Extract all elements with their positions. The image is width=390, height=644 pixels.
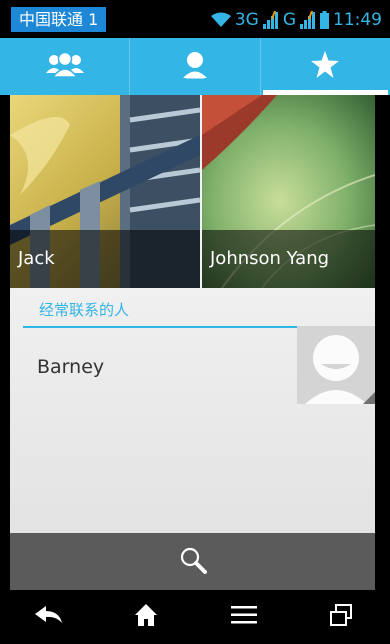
wifi-icon [210, 12, 231, 28]
frequent-section-title: 经常联系的人 [39, 301, 130, 319]
groups-icon [45, 51, 85, 83]
tab-groups[interactable] [0, 38, 129, 95]
avatar[interactable] [297, 326, 375, 404]
favorite-tile-johnson-yang[interactable]: Johnson Yang [202, 95, 375, 288]
tab-favorites[interactable] [259, 38, 390, 95]
system-nav-bar [0, 590, 390, 644]
frequent-section-header: 经常联系的人 [23, 294, 375, 328]
favorite-tile-jack[interactable]: Jack [10, 95, 200, 288]
signal-bars-icon-2 [300, 11, 316, 29]
search-icon[interactable] [179, 546, 207, 578]
network-g-label: G [282, 10, 296, 30]
menu-button[interactable] [214, 597, 274, 637]
menu-icon [230, 605, 257, 629]
person-icon [182, 51, 208, 83]
tab-bar [0, 38, 390, 95]
search-bar[interactable] [10, 533, 375, 590]
contact-name: Barney [37, 356, 105, 378]
status-indicators: 3G G 11:49 [210, 8, 382, 32]
home-button[interactable] [116, 597, 176, 637]
battery-icon [320, 11, 329, 29]
star-icon [311, 51, 340, 82]
signal-bars-icon [262, 11, 279, 29]
status-bar: 中国联通 1 3G G 11:49 [0, 0, 390, 38]
screen-edge-right [375, 95, 390, 590]
home-icon [134, 603, 158, 631]
back-button[interactable] [19, 597, 79, 637]
recent-apps-icon [329, 603, 353, 631]
favorite-name: Johnson Yang [202, 230, 375, 288]
carrier-badge: 中国联通 1 [11, 7, 107, 32]
clock: 11:49 [333, 10, 382, 30]
favorites-grid: Jack Johnson Yang [10, 95, 375, 288]
recent-apps-button[interactable] [311, 597, 371, 637]
network-3g-label: 3G [234, 10, 259, 30]
screen-edge-left [0, 95, 10, 590]
favorite-name: Jack [10, 230, 200, 288]
frequent-contact-barney[interactable]: Barney [10, 326, 375, 404]
default-avatar-icon [297, 326, 375, 404]
contacts-screen: 中国联通 1 3G G 11:49 Jack Johnson Yang 经常联系… [0, 0, 390, 644]
back-icon [34, 605, 63, 629]
tab-all-contacts[interactable] [129, 38, 259, 95]
